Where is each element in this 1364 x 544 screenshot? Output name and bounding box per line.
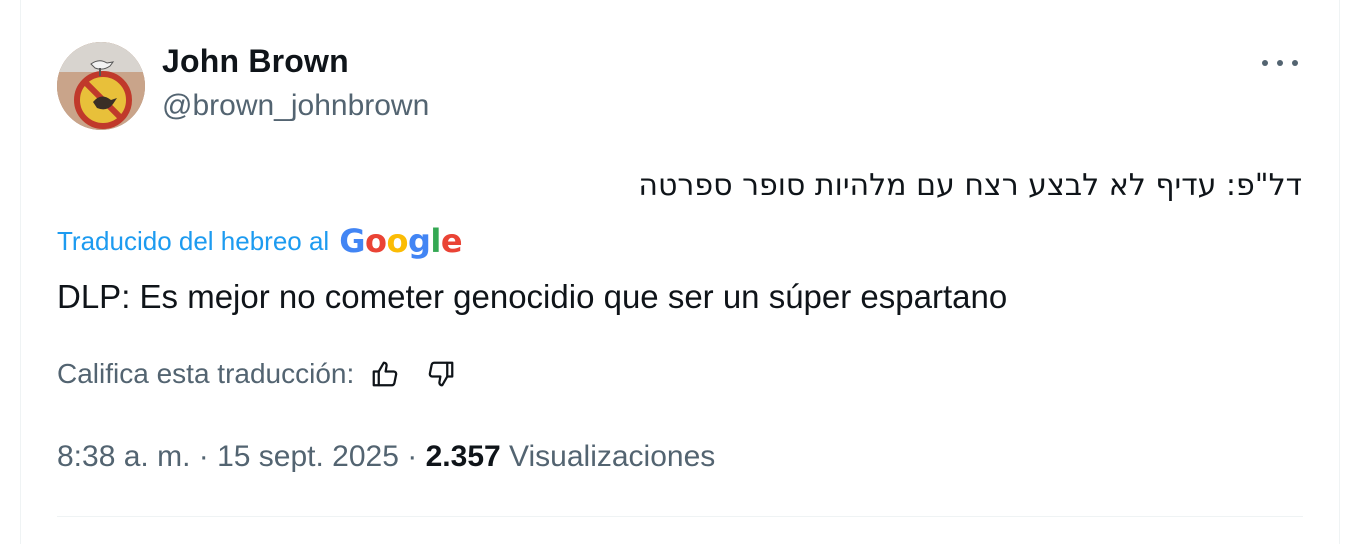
- divider: [57, 516, 1303, 517]
- google-logo-letter: l: [430, 222, 441, 260]
- google-logo-letter: e: [440, 222, 463, 260]
- google-logo-letter: g: [407, 222, 431, 260]
- tweet-time[interactable]: 8:38 a. m.: [57, 440, 190, 473]
- avatar-image: [57, 42, 145, 130]
- google-logo-letter: G: [339, 222, 365, 260]
- google-logo-letter: o: [364, 222, 387, 260]
- more-options-button[interactable]: [1262, 52, 1298, 74]
- rate-translation-label: Califica esta traducción:: [57, 358, 355, 389]
- username-handle[interactable]: @brown_johnbrown: [162, 89, 429, 123]
- meta-separator: ·: [407, 440, 418, 473]
- more-horizontal-icon: [1277, 60, 1283, 66]
- translated-by-google-link[interactable]: Traducido del hebreo al Google: [57, 222, 463, 260]
- rate-translation: Califica esta traducción:: [57, 358, 456, 390]
- meta-separator: ·: [198, 440, 209, 473]
- translated-tweet-text: DLP: Es mejor no cometer genocidio que s…: [57, 278, 1008, 315]
- avatar[interactable]: [57, 42, 145, 130]
- thumbs-down-icon[interactable]: [426, 359, 456, 389]
- tweet-date[interactable]: 15 sept. 2025: [217, 440, 399, 473]
- more-horizontal-icon: [1292, 60, 1298, 66]
- tweet-metadata: 8:38 a. m. · 15 sept. 2025 · 2.357 Visua…: [57, 440, 715, 474]
- display-name[interactable]: John Brown: [162, 43, 349, 80]
- translated-by-label: Traducido del hebreo al: [57, 225, 330, 256]
- google-logo-letter: o: [386, 222, 408, 260]
- thumbs-up-icon[interactable]: [370, 359, 400, 389]
- original-tweet-text: דל"פ: עדיף לא לבצע רצח עם מלהיות סופר ספ…: [638, 168, 1302, 203]
- views-label: Visualizaciones: [509, 440, 716, 473]
- google-logo: Google: [339, 222, 462, 260]
- more-horizontal-icon: [1262, 60, 1268, 66]
- views-count: 2.357: [425, 440, 501, 473]
